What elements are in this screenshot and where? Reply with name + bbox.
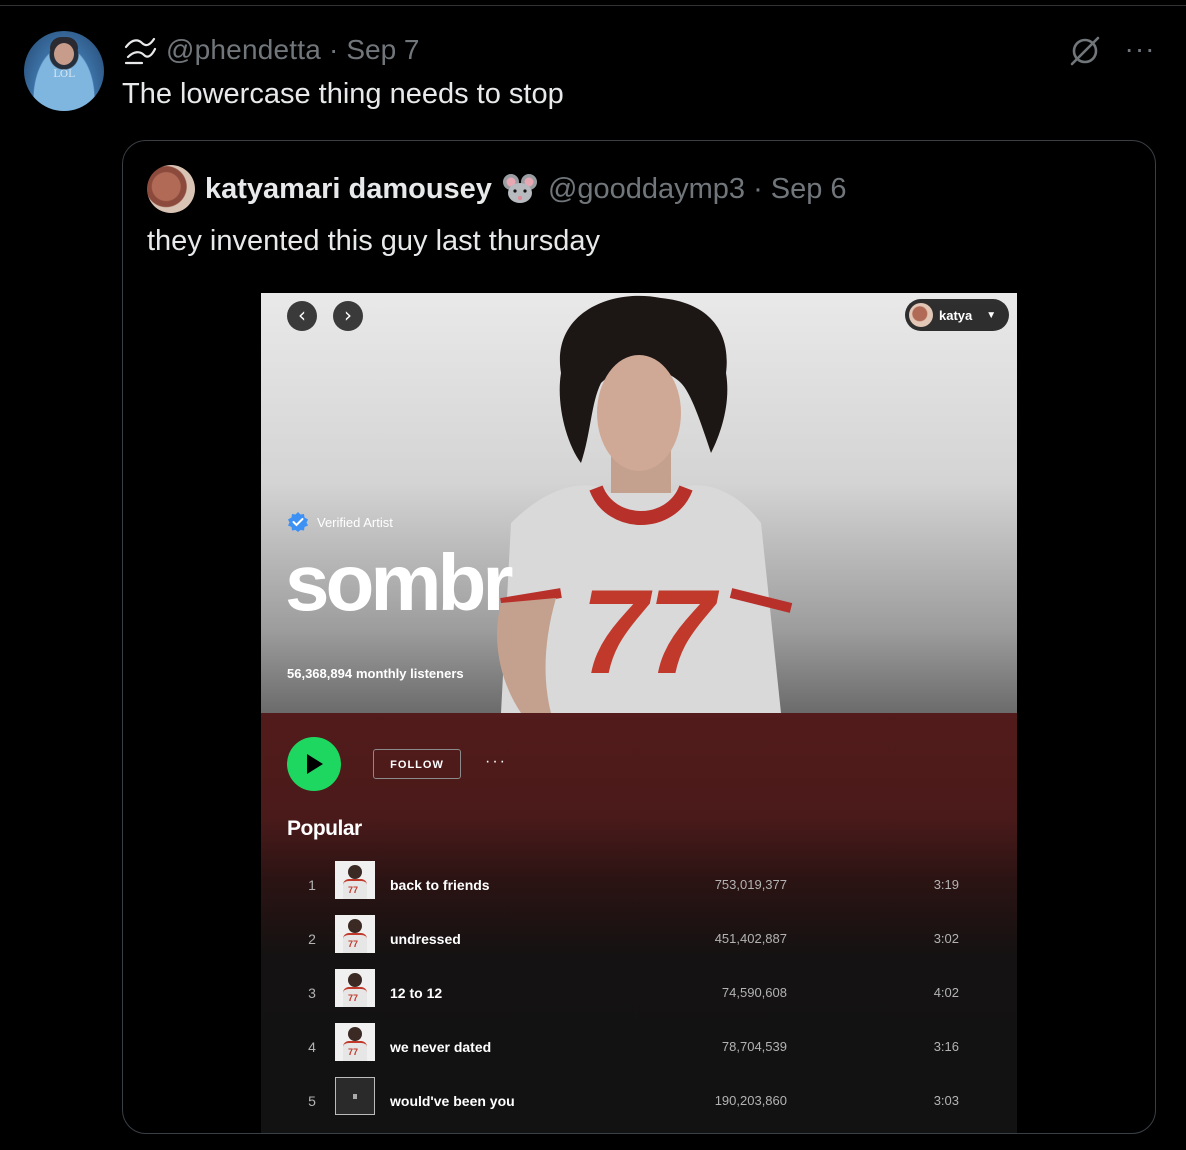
monthly-listeners: 56,368,894 monthly listeners xyxy=(287,665,464,681)
track-title: undressed xyxy=(390,931,461,947)
user-avatar xyxy=(909,303,933,327)
play-button[interactable] xyxy=(287,737,341,791)
quoted-display-name[interactable]: katyamari damousey xyxy=(205,173,492,206)
track-album-art: 77 xyxy=(335,1023,375,1061)
track-duration: 3:02 xyxy=(933,931,959,946)
track-title: would've been you xyxy=(390,1093,515,1109)
track-row[interactable]: 1 77 back to friends 753,019,377 3:19 xyxy=(261,861,1017,915)
mouse-emoji-icon xyxy=(502,174,537,203)
track-number: 5 xyxy=(308,1093,316,1109)
artist-more-button[interactable]: ··· xyxy=(485,749,507,775)
listener-suffix: monthly listeners xyxy=(355,666,464,681)
popular-heading: Popular xyxy=(287,817,362,840)
artist-hero-banner: 77 ‹ › katya ▼ Verified Artist sombr 56,… xyxy=(261,293,1017,713)
tweet-header: @phendetta · Sep 7 xyxy=(122,34,420,66)
track-album-art: 77 xyxy=(335,969,375,1007)
quoted-tweet-card[interactable]: katyamari damousey @gooddaymp3 · Sep 6 t… xyxy=(122,140,1156,1134)
track-duration: 3:16 xyxy=(933,1039,959,1054)
header-separator: · xyxy=(329,34,339,65)
jersey-number: 77 xyxy=(581,565,720,699)
verified-artist-badge: Verified Artist xyxy=(287,511,393,533)
listener-count: 56,368,894 xyxy=(287,666,353,681)
track-number: 1 xyxy=(308,877,316,893)
track-row[interactable]: 4 77 we never dated 78,704,539 3:16 xyxy=(261,1023,1017,1077)
top-divider xyxy=(0,5,1186,6)
chevron-down-icon: ▼ xyxy=(986,309,997,321)
squiggle-emoji-icon xyxy=(124,37,157,65)
quoted-tweet-text: they invented this guy last thursday xyxy=(147,225,600,257)
track-title: we never dated xyxy=(390,1039,492,1055)
track-duration: 4:02 xyxy=(933,985,959,1000)
verified-label: Verified Artist xyxy=(317,514,393,530)
track-duration: 3:19 xyxy=(933,877,959,892)
artist-photo: 77 xyxy=(497,295,793,713)
artist-name: sombr xyxy=(285,538,513,627)
more-options-icon[interactable]: ··· xyxy=(1120,34,1160,64)
tweet-date[interactable]: Sep 7 xyxy=(346,34,419,66)
track-number: 4 xyxy=(308,1039,316,1055)
avatar-face xyxy=(54,43,74,65)
nav-back-button[interactable]: ‹ xyxy=(287,301,317,331)
quoted-separator: · xyxy=(753,172,763,205)
quoted-date[interactable]: Sep 6 xyxy=(771,173,847,206)
track-plays: 190,203,860 xyxy=(714,1093,787,1108)
track-plays: 74,590,608 xyxy=(721,985,787,1000)
tweet-text: The lowercase thing needs to stop xyxy=(122,78,564,110)
track-row[interactable]: 3 77 12 to 12 74,590,608 4:02 xyxy=(261,969,1017,1023)
track-album-art: 77 xyxy=(335,915,375,953)
avatar-shirt-text: LOL xyxy=(53,69,75,80)
grok-icon[interactable] xyxy=(1066,32,1104,70)
spotify-screenshot[interactable]: 77 ‹ › katya ▼ Verified Artist sombr 56,… xyxy=(261,293,1017,1133)
track-title: 12 to 12 xyxy=(390,985,443,1001)
artist-actions-section: FOLLOW ··· Popular 1 77 back to friends … xyxy=(261,713,1017,1133)
track-album-art xyxy=(335,1077,375,1115)
track-album-art: 77 xyxy=(335,861,375,899)
track-row[interactable]: 5 would've been you 190,203,860 3:03 xyxy=(261,1077,1017,1131)
play-icon xyxy=(307,754,323,774)
user-name: katya xyxy=(939,307,973,323)
track-duration: 3:03 xyxy=(933,1093,959,1108)
track-number: 3 xyxy=(308,985,316,1001)
track-number: 2 xyxy=(308,931,316,947)
track-plays: 753,019,377 xyxy=(714,877,787,892)
follow-button[interactable]: FOLLOW xyxy=(373,749,461,779)
track-plays: 451,402,887 xyxy=(714,931,787,946)
author-avatar[interactable]: LOL xyxy=(24,31,104,111)
quoted-handle[interactable]: @gooddaymp3 xyxy=(548,173,745,206)
track-title: back to friends xyxy=(390,877,490,893)
track-plays: 78,704,539 xyxy=(721,1039,787,1054)
nav-forward-button[interactable]: › xyxy=(333,301,363,331)
track-row[interactable]: 2 77 undressed 451,402,887 3:02 xyxy=(261,915,1017,969)
quoted-author-avatar[interactable] xyxy=(147,165,195,213)
author-handle[interactable]: @phendetta xyxy=(166,34,321,66)
user-menu-button[interactable]: katya ▼ xyxy=(905,299,1009,331)
verified-check-icon xyxy=(288,512,308,532)
quoted-tweet-header: katyamari damousey @gooddaymp3 · Sep 6 xyxy=(205,171,847,207)
